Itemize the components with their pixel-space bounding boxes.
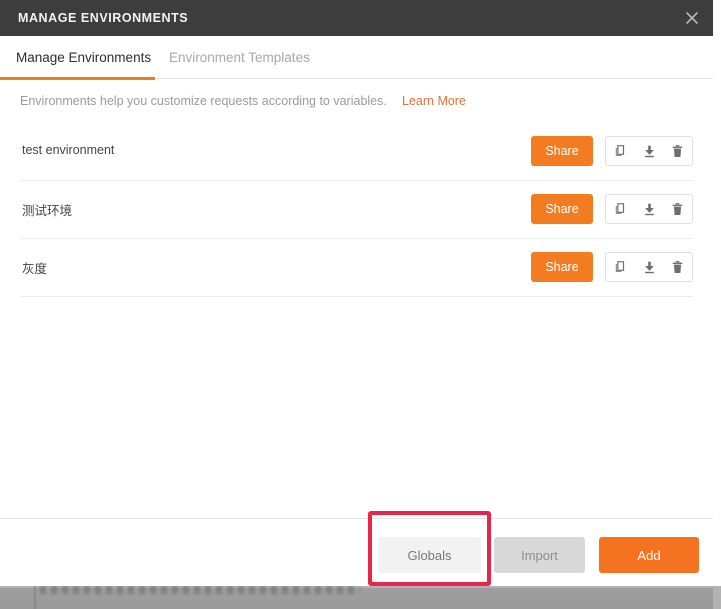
- import-button[interactable]: Import: [494, 537, 585, 573]
- share-button[interactable]: Share: [531, 252, 593, 282]
- tab-manage-environments[interactable]: Manage Environments: [0, 36, 155, 80]
- tab-manage-environments-label: Manage Environments: [16, 50, 152, 65]
- table-row[interactable]: test environment Share: [20, 123, 693, 181]
- modal-right-edge: [713, 0, 721, 609]
- tab-environment-templates[interactable]: Environment Templates: [169, 36, 310, 79]
- environment-list: test environment Share 测试环境 Share 灰度 Sha…: [0, 123, 713, 297]
- duplicate-icon[interactable]: [606, 195, 635, 223]
- duplicate-icon[interactable]: [606, 137, 635, 165]
- delete-icon[interactable]: [663, 195, 692, 223]
- environment-name: 测试环境: [22, 204, 73, 218]
- learn-more-link[interactable]: Learn More: [402, 94, 466, 108]
- dialog-footer: Globals Import Add: [0, 518, 713, 586]
- close-icon[interactable]: [681, 7, 703, 29]
- delete-icon[interactable]: [663, 253, 692, 281]
- tab-environment-templates-label: Environment Templates: [169, 50, 310, 65]
- screen: MANAGE ENVIRONMENTS Manage Environments …: [0, 0, 721, 609]
- background-right-edge: [713, 586, 721, 609]
- row-actions: [605, 252, 693, 282]
- table-row[interactable]: 灰度 Share: [20, 239, 693, 297]
- description-row: Environments help you customize requests…: [0, 79, 713, 123]
- share-button[interactable]: Share: [531, 136, 593, 166]
- delete-icon[interactable]: [663, 137, 692, 165]
- table-row[interactable]: 测试环境 Share: [20, 181, 693, 239]
- dialog-tabs: Manage Environments Environment Template…: [0, 36, 713, 80]
- row-actions: [605, 136, 693, 166]
- download-icon[interactable]: [635, 137, 664, 165]
- download-icon[interactable]: [635, 253, 664, 281]
- dialog-titlebar: MANAGE ENVIRONMENTS: [0, 0, 713, 36]
- globals-button[interactable]: Globals: [378, 537, 481, 573]
- duplicate-icon[interactable]: [606, 253, 635, 281]
- description-text: Environments help you customize requests…: [20, 94, 387, 108]
- share-button[interactable]: Share: [531, 194, 593, 224]
- row-actions: [605, 194, 693, 224]
- add-button[interactable]: Add: [599, 537, 699, 573]
- environment-name: 灰度: [22, 262, 48, 276]
- dialog-title: MANAGE ENVIRONMENTS: [18, 11, 189, 25]
- manage-environments-dialog: MANAGE ENVIRONMENTS Manage Environments …: [0, 0, 713, 586]
- download-icon[interactable]: [635, 195, 664, 223]
- environment-name: test environment: [22, 143, 115, 157]
